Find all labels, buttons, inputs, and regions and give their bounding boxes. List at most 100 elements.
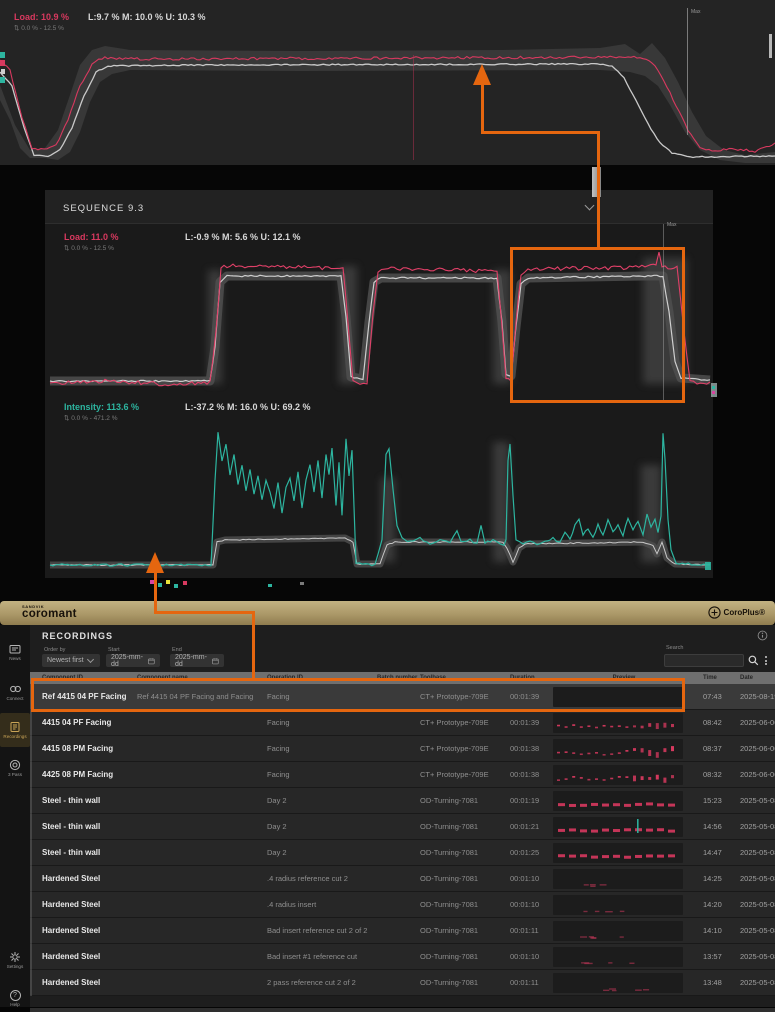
preview-sparkline (553, 765, 683, 785)
cell-operation-id: 2 pass reference cut 2 of 2 (267, 978, 377, 987)
annotation-connector (154, 611, 255, 614)
edge-handle (769, 34, 772, 58)
preview-sparkline (553, 895, 683, 915)
top-load-chart: Load: 10.9 % ⇅ 0.0 % - 12.5 % L:9.7 % M:… (0, 0, 775, 165)
cell-duration: 00:01:11 (510, 978, 553, 987)
sequence-panel-header[interactable]: SEQUENCE 9.3 (45, 190, 713, 224)
cell-component-id: 4415 04 PF Facing (42, 718, 137, 727)
table-scroll-indicator[interactable] (30, 684, 32, 996)
cell-operation-id: Bad insert #1 reference cut (267, 952, 377, 961)
table-row[interactable]: Steel - thin wallDay 2OD-Turning-708100:… (30, 788, 775, 814)
annotation-connector (597, 131, 600, 248)
coroplus-brand: CoroPlus® (708, 606, 765, 619)
cell-duration: 00:01:39 (510, 718, 553, 727)
circle-plus-icon (708, 606, 721, 619)
more-options-icon[interactable] (765, 656, 767, 665)
edge-artifact (1, 69, 5, 74)
cell-date: 2025-08-19 (733, 692, 775, 701)
cell-component-id: Hardened Steel (42, 874, 137, 883)
annotation-connector (481, 131, 600, 134)
gear-icon (9, 951, 21, 963)
cell-toolbase: OD-Turning-7081 (420, 874, 510, 883)
end-date-value: 2025-mm-dd (175, 654, 208, 668)
cell-date: 2025-06-06 (733, 744, 775, 753)
coroplus-label: CoroPlus® (724, 608, 765, 617)
cell-operation-id: Day 2 (267, 848, 377, 857)
edge-artifact (300, 582, 304, 585)
cell-operation-id: Bad insert reference cut 2 of 2 (267, 926, 377, 935)
cell-duration: 00:01:10 (510, 900, 553, 909)
table-row[interactable]: Hardened Steel2 pass reference cut 2 of … (30, 970, 775, 996)
sidebar-item-label: Settings (7, 964, 24, 969)
preview-sparkline (553, 843, 683, 863)
cell-operation-id: Facing (267, 718, 377, 727)
cell-time: 07:43 (695, 692, 733, 701)
cell-time: 08:37 (695, 744, 733, 753)
recordings-table: Component IDComponent nameOperation IDBa… (30, 672, 775, 996)
sidebar-item-connect[interactable]: Connect (0, 675, 30, 709)
cell-duration: 00:01:10 (510, 874, 553, 883)
table-row[interactable]: Steel - thin wallDay 2OD-Turning-708100:… (30, 840, 775, 866)
cell-component-id: 4425 08 PM Facing (42, 770, 137, 779)
preview-sparkline (553, 713, 683, 733)
column-header[interactable]: Time (695, 675, 733, 681)
cell-toolbase: CT+ Prototype-709E (420, 770, 510, 779)
preview-sparkline (553, 791, 683, 811)
sidebar: News Connect Recordings 3 Pass Settings … (0, 625, 30, 1007)
table-row[interactable]: Hardened SteelBad insert reference cut 2… (30, 918, 775, 944)
table-row[interactable]: Hardened Steel Bad insert #1 reference cu… (30, 944, 775, 970)
three-pass-icon (9, 759, 21, 771)
start-date-input[interactable]: 2025-mm-dd (106, 654, 160, 667)
preview-sparkline (553, 973, 683, 993)
load-envelope-band (0, 43, 775, 163)
cell-time: 14:56 (695, 822, 733, 831)
end-date-input[interactable]: 2025-mm-dd (170, 654, 224, 667)
max-cursor-label: Max (667, 222, 676, 228)
chevron-down-icon[interactable] (585, 201, 595, 211)
sidebar-item-label: Help (10, 1002, 19, 1007)
cell-duration: 00:01:10 (510, 952, 553, 961)
table-row[interactable]: 4425 08 PM FacingFacingCT+ Prototype-709… (30, 762, 775, 788)
table-row[interactable]: 4415 08 PM FacingFacingCT+ Prototype-709… (30, 736, 775, 762)
table-row[interactable]: 4415 04 PF FacingFacingCT+ Prototype-709… (30, 710, 775, 736)
sidebar-item-settings[interactable]: Settings (0, 943, 30, 977)
start-date-label: Start (108, 647, 120, 653)
cell-operation-id: Day 2 (267, 796, 377, 805)
cell-time: 14:47 (695, 848, 733, 857)
sequence-title: SEQUENCE 9.3 (63, 203, 144, 214)
cell-component-id: Hardened Steel (42, 952, 137, 961)
edge-artifact (0, 77, 5, 83)
edge-artifact (712, 391, 715, 394)
column-header[interactable]: Date (733, 675, 775, 681)
cell-operation-id: .4 radius insert (267, 900, 377, 909)
cell-duration: 00:01:38 (510, 744, 553, 753)
sidebar-item-recordings[interactable]: Recordings (0, 713, 30, 747)
search-icon[interactable] (748, 655, 759, 666)
cell-component-id: Steel - thin wall (42, 848, 137, 857)
sidebar-item-3-pass[interactable]: 3 Pass (0, 751, 30, 785)
annotation-connector (154, 571, 157, 614)
sidebar-item-label: Connect (6, 696, 23, 701)
table-row[interactable]: Steel - thin wallDay 2OD-Turning-708100:… (30, 814, 775, 840)
sidebar-item-news[interactable]: News (0, 635, 30, 669)
cell-component-id: Hardened Steel (42, 900, 137, 909)
seq-load-stats: L:-0.9 % M: 5.6 % U: 12.1 % (185, 232, 301, 242)
info-icon[interactable] (757, 630, 768, 641)
edge-artifact (0, 52, 5, 58)
cell-duration: 00:01:11 (510, 926, 553, 935)
sidebar-item-label: Recordings (3, 734, 26, 739)
start-date-value: 2025-mm-dd (111, 654, 144, 668)
cell-date: 2025-06-06 (733, 718, 775, 727)
cell-operation-id: Facing (267, 744, 377, 753)
edge-artifact (268, 584, 272, 587)
cell-toolbase: OD-Turning-7081 (420, 978, 510, 987)
search-input[interactable] (664, 654, 744, 667)
table-row[interactable]: Hardened Steel.4 radius insertOD-Turning… (30, 892, 775, 918)
calendar-icon (212, 657, 219, 665)
cell-date: 2025-05-08 (733, 874, 775, 883)
order-by-select[interactable]: Newest first (42, 654, 100, 667)
table-row[interactable]: Hardened Steel.4 radius reference cut 2O… (30, 866, 775, 892)
cell-component-id: Steel - thin wall (42, 796, 137, 805)
search-label: Search (666, 645, 683, 651)
sidebar-item-help[interactable]: ? Help (0, 981, 30, 1012)
